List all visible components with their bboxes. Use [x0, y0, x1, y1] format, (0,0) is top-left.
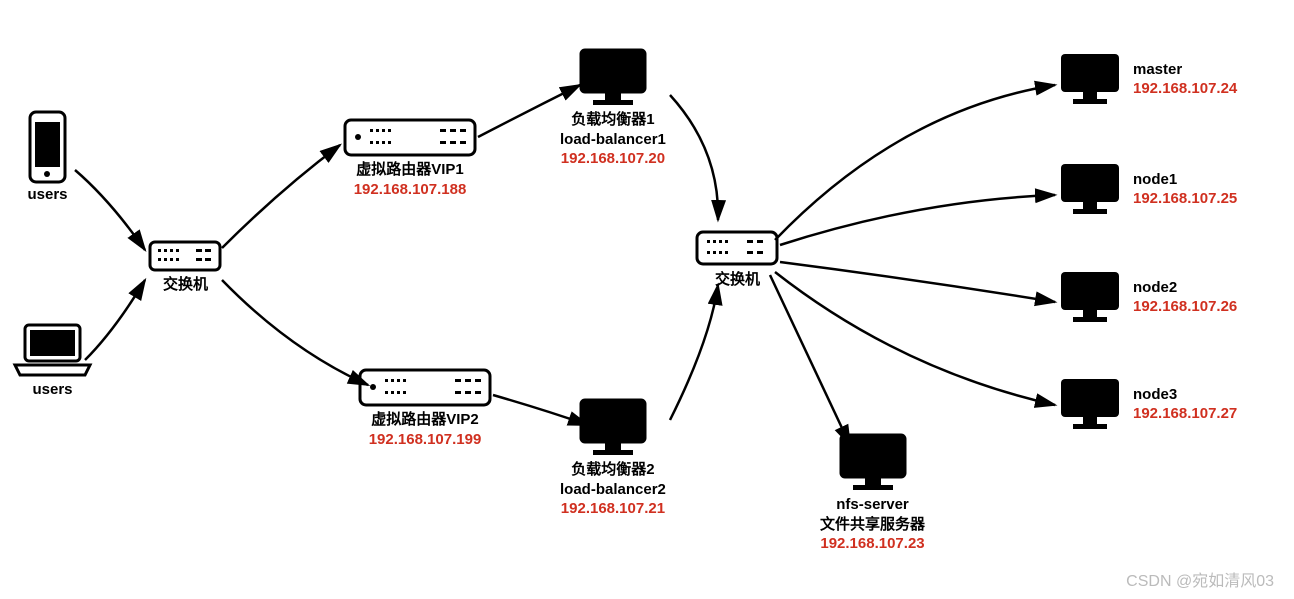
- node2-ip: 192.168.107.26: [1133, 297, 1237, 317]
- watermark: CSDN @宛如清风03: [1126, 567, 1274, 591]
- node2: node2 192.168.107.26: [1055, 268, 1237, 326]
- vip2: 虚拟路由器VIP2 192.168.107.199: [355, 365, 495, 449]
- laptop-icon: [10, 320, 95, 380]
- vip1-label: 虚拟路由器VIP1: [340, 160, 480, 180]
- node1-ip: 192.168.107.25: [1133, 189, 1237, 209]
- users2-label: users: [10, 380, 95, 400]
- monitor-icon: [1055, 160, 1125, 218]
- switch2: 交换机: [695, 230, 780, 290]
- monitor-icon: [1055, 50, 1125, 108]
- lb1: 负载均衡器1 load-balancer1 192.168.107.20: [560, 45, 666, 169]
- node3-label: node3: [1133, 385, 1237, 405]
- master-ip: 192.168.107.24: [1133, 79, 1237, 99]
- nfs-line1: nfs-server: [820, 495, 925, 515]
- node2-label: node2: [1133, 278, 1237, 298]
- vip1: 虚拟路由器VIP1 192.168.107.188: [340, 115, 480, 199]
- lb2: 负载均衡器2 load-balancer2 192.168.107.21: [560, 395, 666, 519]
- lb1-line2: load-balancer1: [560, 130, 666, 150]
- vip2-label: 虚拟路由器VIP2: [355, 410, 495, 430]
- monitor-icon: [833, 430, 913, 495]
- router-icon: [340, 115, 480, 160]
- node1: node1 192.168.107.25: [1055, 160, 1237, 218]
- switch-icon: [695, 230, 780, 270]
- vip2-ip: 192.168.107.199: [355, 430, 495, 450]
- master-label: master: [1133, 60, 1237, 80]
- lb2-line2: load-balancer2: [560, 480, 666, 500]
- node3: node3 192.168.107.27: [1055, 375, 1237, 433]
- lb2-line1: 负载均衡器2: [560, 460, 666, 480]
- nfs-line2: 文件共享服务器: [820, 515, 925, 535]
- lb2-ip: 192.168.107.21: [560, 499, 666, 519]
- users-laptop: users: [10, 320, 95, 400]
- nfs-ip: 192.168.107.23: [820, 534, 925, 554]
- vip1-ip: 192.168.107.188: [340, 180, 480, 200]
- switch2-label: 交换机: [695, 270, 780, 290]
- monitor-icon: [573, 395, 653, 460]
- monitor-icon: [1055, 375, 1125, 433]
- switch1-label: 交换机: [148, 275, 223, 295]
- master: master 192.168.107.24: [1055, 50, 1237, 108]
- monitor-icon: [1055, 268, 1125, 326]
- switch1: 交换机: [148, 240, 223, 295]
- monitor-icon: [573, 45, 653, 110]
- users-phone: users: [25, 110, 70, 205]
- lb1-ip: 192.168.107.20: [560, 149, 666, 169]
- lb1-line1: 负载均衡器1: [560, 110, 666, 130]
- users1-label: users: [25, 185, 70, 205]
- router-icon: [355, 365, 495, 410]
- phone-icon: [25, 110, 70, 185]
- nfs: nfs-server 文件共享服务器 192.168.107.23: [820, 430, 925, 554]
- node1-label: node1: [1133, 170, 1237, 190]
- switch-icon: [148, 240, 223, 275]
- node3-ip: 192.168.107.27: [1133, 404, 1237, 424]
